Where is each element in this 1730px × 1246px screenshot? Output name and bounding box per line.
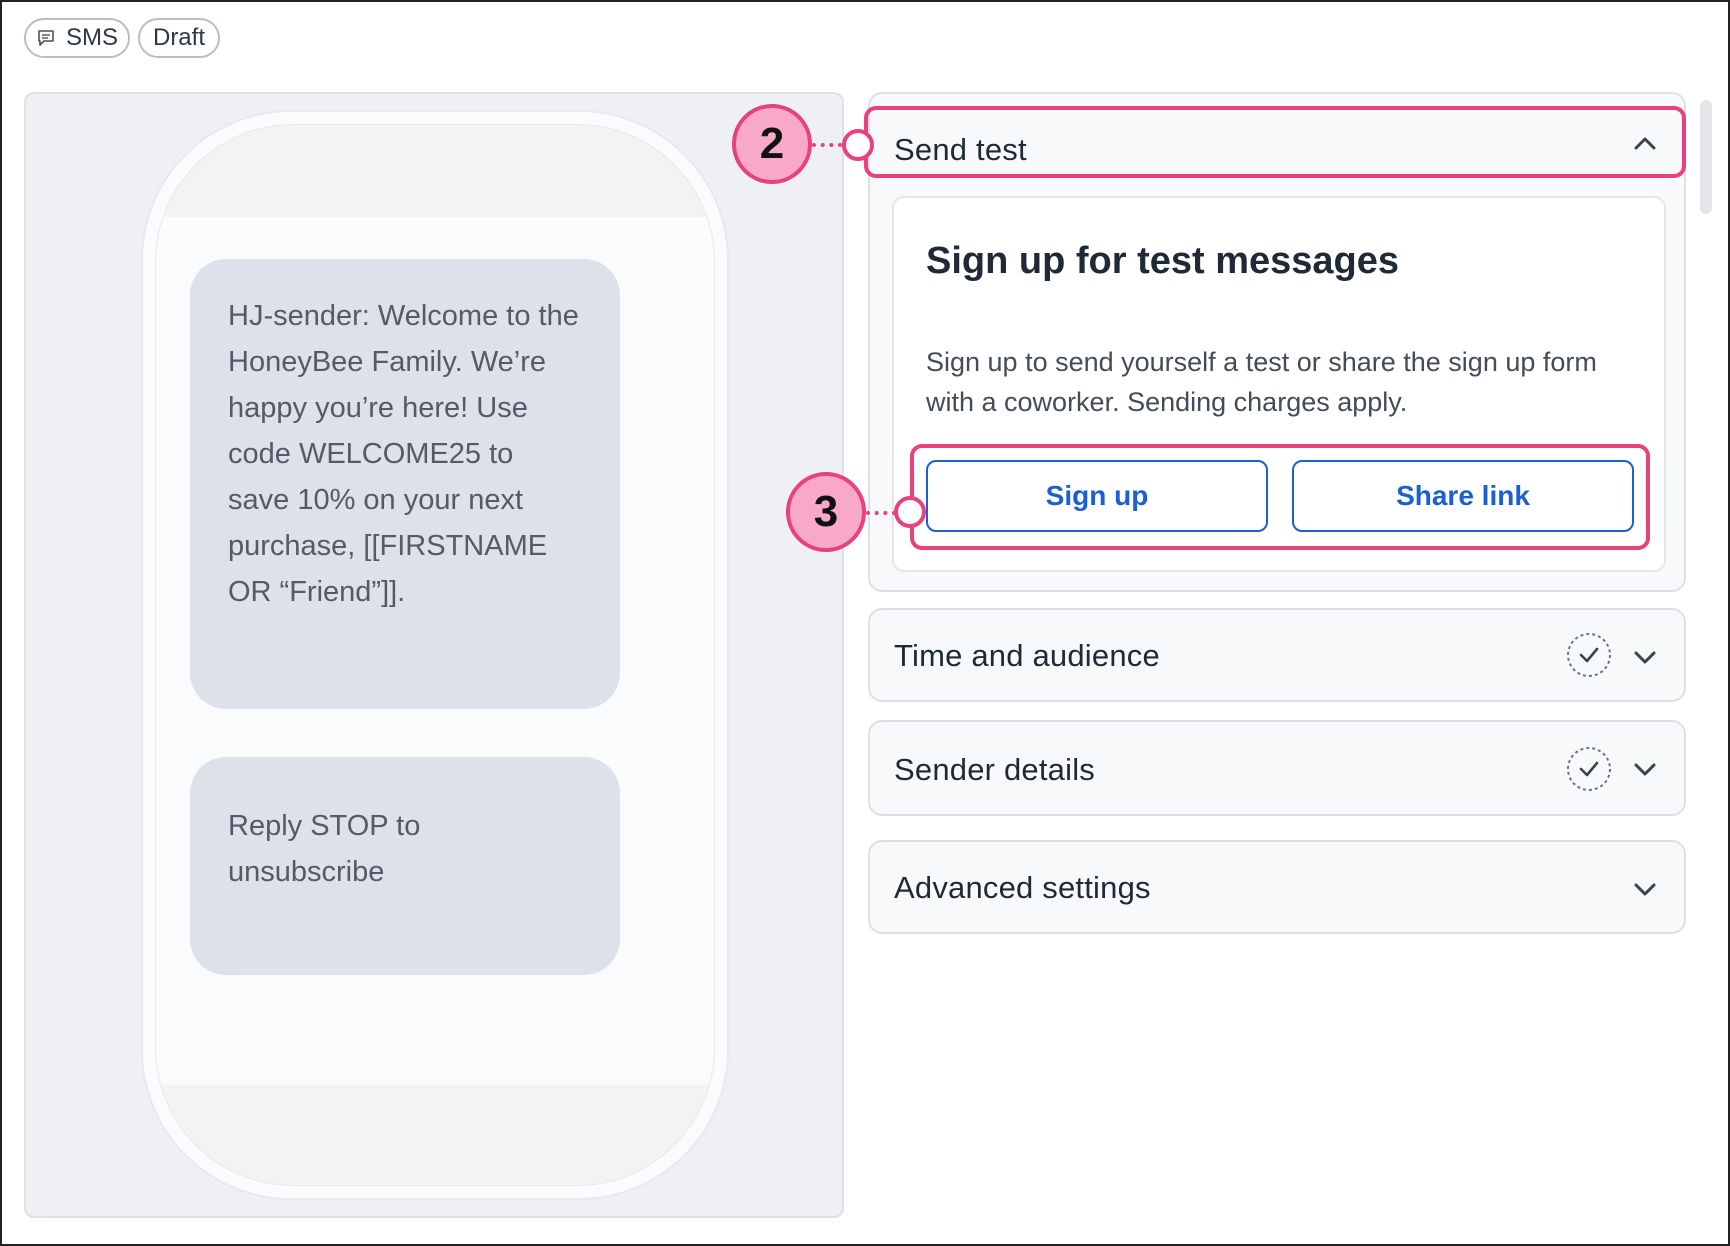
chevron-down-icon[interactable] bbox=[1630, 754, 1660, 784]
channel-chip-label: SMS bbox=[65, 24, 118, 51]
send-test-highlight bbox=[864, 106, 1686, 178]
advanced-settings-section[interactable]: Advanced settings bbox=[868, 840, 1686, 934]
callout-anchor bbox=[842, 129, 874, 161]
check-circle-icon bbox=[1567, 633, 1611, 677]
message-bubble: HJ-sender: Welcome to the HoneyBee Famil… bbox=[190, 259, 620, 709]
time-audience-title: Time and audience bbox=[894, 638, 1160, 673]
signup-card-title: Sign up for test messages bbox=[926, 240, 1400, 282]
sender-details-title: Sender details bbox=[894, 752, 1095, 787]
channel-chip: SMS bbox=[24, 18, 130, 58]
time-audience-section[interactable]: Time and audience bbox=[868, 608, 1686, 702]
phone-frame: HJ-sender: Welcome to the HoneyBee Famil… bbox=[141, 110, 729, 1200]
phone-body: HJ-sender: Welcome to the HoneyBee Famil… bbox=[155, 124, 715, 1186]
phone-screen: HJ-sender: Welcome to the HoneyBee Famil… bbox=[156, 217, 714, 1085]
callout-connector bbox=[866, 511, 896, 515]
step-badge-2: 2 bbox=[732, 104, 812, 184]
step-badge-3: 3 bbox=[786, 472, 866, 552]
status-chip: Draft bbox=[138, 18, 220, 58]
buttons-highlight bbox=[910, 444, 1650, 550]
settings-panel: Send test Sign up for test messages Sign… bbox=[868, 92, 1688, 1218]
sender-details-section[interactable]: Sender details bbox=[868, 720, 1686, 816]
advanced-settings-title: Advanced settings bbox=[894, 870, 1151, 905]
status-chip-label: Draft bbox=[152, 24, 205, 51]
chevron-down-icon[interactable] bbox=[1630, 874, 1660, 904]
opt-out-bubble: Reply STOP to unsubscribe bbox=[190, 757, 620, 975]
chevron-down-icon[interactable] bbox=[1630, 642, 1660, 672]
check-circle-icon bbox=[1567, 747, 1611, 791]
message-icon bbox=[38, 30, 54, 46]
callout-anchor bbox=[894, 496, 926, 528]
scrollbar-thumb[interactable] bbox=[1700, 100, 1712, 214]
callout-connector bbox=[812, 143, 842, 147]
signup-card-description: Sign up to send yourself a test or share… bbox=[926, 347, 1597, 417]
message-preview-panel: HJ-sender: Welcome to the HoneyBee Famil… bbox=[24, 92, 844, 1218]
